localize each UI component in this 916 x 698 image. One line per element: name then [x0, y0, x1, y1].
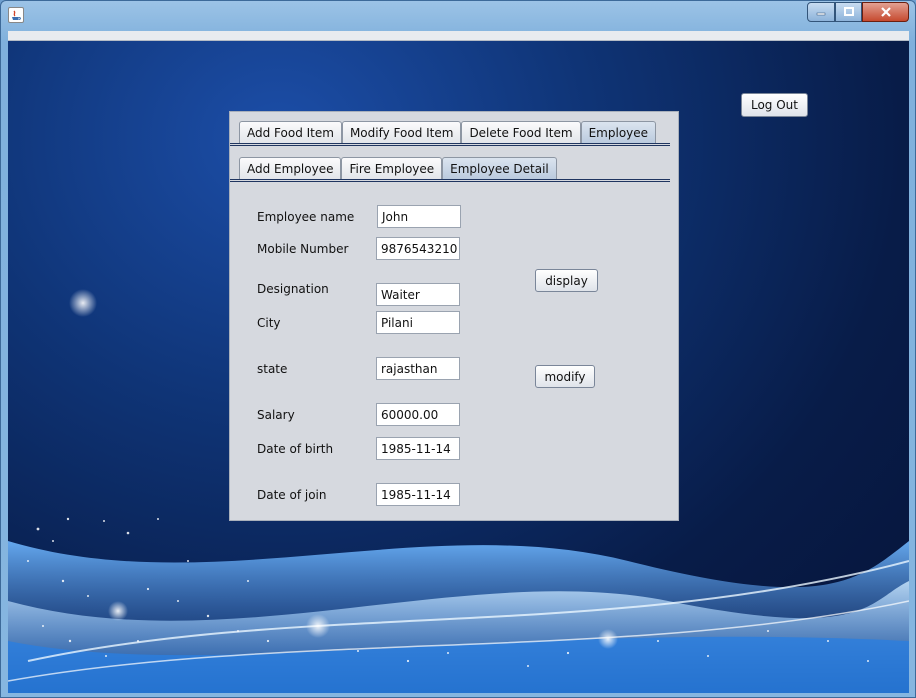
tab-fire-employee[interactable]: Fire Employee	[341, 157, 443, 180]
title-bar[interactable]	[1, 1, 915, 29]
main-tab-bar: Add Food Item Modify Food Item Delete Fo…	[239, 121, 657, 144]
main-tab-underline	[230, 143, 670, 146]
city-field[interactable]: Pilani	[376, 311, 460, 334]
display-button[interactable]: display	[535, 269, 598, 292]
application-window: Log Out Add Food Item Modify Food Item D…	[0, 0, 916, 698]
date-of-birth-field[interactable]: 1985-11-14	[376, 437, 460, 460]
tab-add-food-item[interactable]: Add Food Item	[239, 121, 342, 144]
close-button[interactable]	[862, 2, 909, 22]
salary-label: Salary	[257, 408, 295, 422]
date-of-join-field[interactable]: 1985-11-14	[376, 483, 460, 506]
tab-delete-food-item[interactable]: Delete Food Item	[461, 121, 581, 144]
employee-name-label: Employee name	[257, 210, 355, 224]
java-app-icon	[8, 7, 24, 23]
tab-modify-food-item[interactable]: Modify Food Item	[341, 121, 462, 144]
tab-employee-detail[interactable]: Employee Detail	[442, 157, 557, 180]
menu-bar	[8, 31, 909, 41]
minimize-icon	[816, 12, 826, 16]
minimize-button[interactable]	[807, 2, 835, 22]
admin-panel: Add Food Item Modify Food Item Delete Fo…	[229, 111, 679, 521]
designation-label: Designation	[257, 282, 329, 296]
tab-add-employee[interactable]: Add Employee	[239, 157, 342, 180]
state-field[interactable]: rajasthan	[376, 357, 460, 380]
desktop-background: Log Out Add Food Item Modify Food Item D…	[8, 41, 909, 693]
mobile-number-label: Mobile Number	[257, 242, 349, 256]
state-label: state	[257, 362, 288, 376]
maximize-icon	[843, 7, 854, 16]
maximize-button[interactable]	[835, 2, 862, 22]
employee-name-field[interactable]: John	[377, 205, 461, 228]
sub-tab-underline	[230, 179, 670, 182]
sub-tab-bar: Add Employee Fire Employee Employee Deta…	[239, 157, 557, 180]
date-of-join-label: Date of join	[257, 488, 327, 502]
tab-employee[interactable]: Employee	[580, 121, 657, 144]
close-icon	[880, 7, 891, 17]
modify-button[interactable]: modify	[535, 365, 595, 388]
logout-button[interactable]: Log Out	[741, 93, 808, 117]
designation-field[interactable]: Waiter	[376, 283, 460, 306]
city-label: City	[257, 316, 281, 330]
date-of-birth-label: Date of birth	[257, 442, 334, 456]
mobile-number-field[interactable]: 9876543210	[376, 237, 460, 260]
salary-field[interactable]: 60000.00	[376, 403, 460, 426]
